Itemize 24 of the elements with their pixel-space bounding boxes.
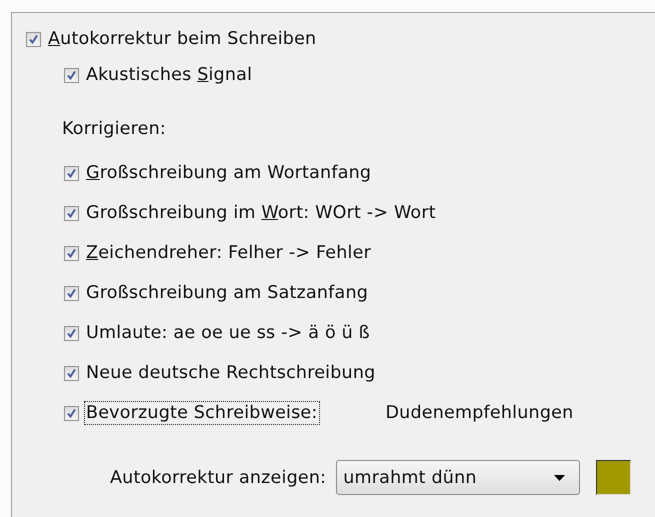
checkbox[interactable] bbox=[64, 286, 79, 300]
checkbox-label[interactable]: Zeichendreher: Felher -> Fehler bbox=[84, 241, 373, 265]
checkbox[interactable] bbox=[64, 206, 79, 220]
checkbox[interactable] bbox=[64, 406, 79, 420]
checkbox[interactable] bbox=[64, 246, 79, 260]
section-heading: Korrigieren: bbox=[62, 118, 167, 141]
checkbox[interactable] bbox=[64, 68, 79, 82]
checkbox[interactable] bbox=[64, 326, 79, 340]
checkbox[interactable] bbox=[64, 366, 79, 380]
checkbox[interactable] bbox=[26, 32, 41, 46]
checkbox-label[interactable]: Autokorrektur beim Schreiben bbox=[46, 27, 318, 51]
checkbox-label[interactable]: Großschreibung im Wort: WOrt -> Wort bbox=[84, 201, 438, 225]
checkbox-label[interactable]: Umlaute: ae oe ue ss -> ä ö ü ß bbox=[84, 321, 372, 345]
option-value: Dudenempfehlungen bbox=[386, 403, 574, 423]
checkbox[interactable] bbox=[64, 166, 79, 180]
checkbox-label[interactable]: Akustisches Signal bbox=[84, 63, 254, 87]
color-swatch[interactable] bbox=[596, 460, 632, 495]
checkbox-label[interactable]: Bevorzugte Schreibweise: bbox=[84, 401, 320, 425]
checkbox-label[interactable]: Neue deutsche Rechtschreibung bbox=[84, 361, 378, 385]
dropdown-arrow-icon bbox=[554, 474, 566, 480]
checkbox-label[interactable]: Großschreibung am Satzanfang bbox=[84, 281, 370, 305]
checkbox-label[interactable]: Großschreibung am Wortanfang bbox=[84, 161, 374, 185]
display-dropdown[interactable]: umrahmt dünn bbox=[336, 460, 580, 495]
field-label: Autokorrektur anzeigen: bbox=[110, 468, 326, 488]
